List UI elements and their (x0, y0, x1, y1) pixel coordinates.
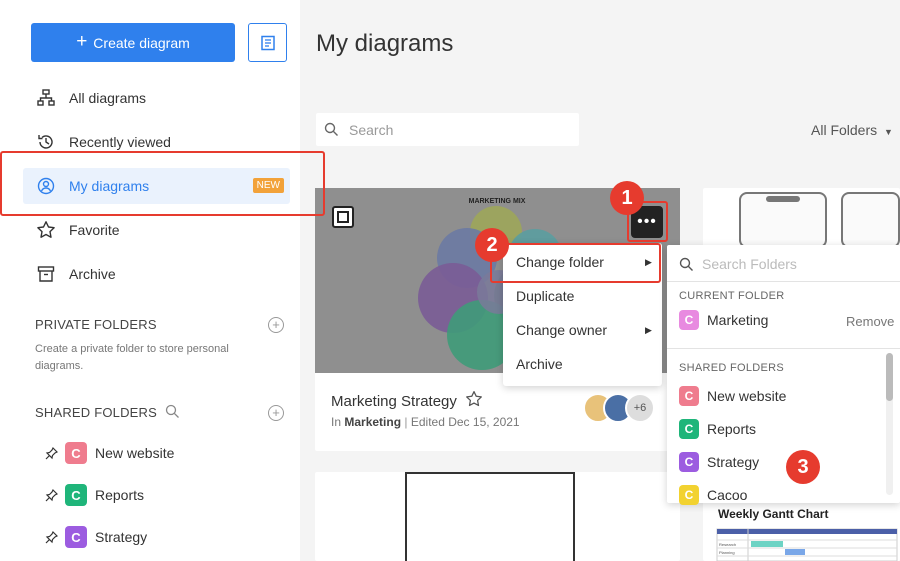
diagram-title-row: Marketing Strategy (331, 390, 483, 412)
folder-label: New website (707, 388, 787, 404)
shared-folder-reports[interactable]: C Reports (45, 483, 144, 507)
diagram-card-bottom[interactable] (315, 472, 680, 561)
diagram-card-right[interactable] (703, 188, 900, 248)
meta-prefix: In (331, 415, 342, 429)
archive-icon (35, 263, 57, 285)
folder-label: Strategy (95, 529, 148, 545)
gantt-title: Weekly Gantt Chart (718, 507, 829, 521)
cacoo-folder-icon: C (679, 485, 699, 505)
menu-change-owner[interactable]: Change owner (516, 322, 607, 338)
star-icon[interactable] (465, 390, 483, 412)
folder-option-reports[interactable]: C Reports (679, 419, 756, 439)
remove-folder-button[interactable]: Remove (846, 314, 894, 329)
cacoo-folder-icon: C (65, 526, 87, 548)
pin-icon[interactable] (45, 530, 59, 544)
sitemap-icon (35, 87, 57, 109)
pin-icon[interactable] (45, 446, 59, 460)
private-folders-description: Create a private folder to store persona… (35, 343, 229, 372)
change-folder-panel: Search Folders CURRENT FOLDER C Marketin… (667, 245, 900, 505)
folder-filter-label: All Folders (811, 122, 878, 138)
nav-label: Recently viewed (69, 134, 171, 150)
thumb-title: MARKETING MIX (469, 198, 526, 205)
folder-label: Reports (707, 421, 757, 437)
folder-label: Strategy (707, 454, 760, 470)
nav-label: Favorite (69, 222, 120, 238)
add-shared-folder-button[interactable]: + (268, 405, 284, 421)
folder-search-input[interactable]: Search Folders (679, 256, 797, 272)
divider (667, 348, 900, 349)
diagram-title[interactable]: Marketing Strategy (331, 393, 457, 410)
folder-label: Reports (95, 487, 145, 503)
folder-filter-dropdown[interactable]: All Folders ▼ (811, 122, 893, 138)
scrollbar[interactable] (886, 353, 893, 495)
search-icon (679, 257, 693, 271)
meta-edited: Edited Dec 15, 2021 (410, 415, 520, 429)
page-title: My diagrams (316, 30, 454, 57)
shared-folders-title: SHARED FOLDERS (679, 362, 785, 374)
menu-duplicate[interactable]: Duplicate (516, 288, 574, 304)
shared-folder-strategy[interactable]: C Strategy (45, 525, 147, 549)
history-icon (35, 131, 57, 153)
cacoo-folder-icon: C (65, 484, 87, 506)
blank-diagram-thumb (405, 472, 575, 561)
divider (667, 281, 900, 282)
diagram-meta: In Marketing | Edited Dec 15, 2021 (331, 415, 520, 429)
create-diagram-button[interactable]: + Create diagram (31, 23, 235, 62)
collaborators[interactable]: +6 (583, 393, 655, 423)
cacoo-folder-icon: C (679, 310, 699, 330)
plus-icon: + (76, 31, 88, 52)
folder-label: New website (95, 445, 175, 461)
add-private-folder-button[interactable]: + (268, 317, 284, 333)
meta-folder[interactable]: Marketing (344, 415, 401, 429)
select-checkbox[interactable] (332, 206, 354, 228)
private-folders-title: PRIVATE FOLDERS (35, 317, 157, 332)
phone-mockup-thumb (841, 192, 900, 248)
search-folders-icon[interactable] (165, 404, 180, 424)
sidebar: + Create diagram All diagrams Recently v… (0, 0, 300, 561)
nav-favorite[interactable]: Favorite (23, 212, 290, 248)
nav-archive[interactable]: Archive (23, 256, 290, 292)
search-input[interactable]: Search (316, 113, 579, 146)
highlight-my-diagrams (0, 151, 325, 216)
star-icon (35, 219, 57, 241)
callout-1: 1 (610, 181, 644, 215)
nav-all-diagrams[interactable]: All diagrams (23, 80, 290, 116)
submenu-arrow-icon: ▶ (645, 325, 652, 335)
folder-search-placeholder: Search Folders (702, 256, 797, 272)
gantt-row-label: Research (719, 542, 736, 547)
template-icon (260, 35, 275, 50)
cacoo-folder-icon: C (679, 452, 699, 472)
more-collaborators-count: +6 (625, 393, 655, 423)
caret-down-icon: ▼ (884, 127, 893, 137)
menu-archive[interactable]: Archive (516, 356, 563, 372)
callout-3: 3 (786, 450, 820, 484)
phone-mockup-thumb (739, 192, 827, 248)
shared-folder-new-website[interactable]: C New website (45, 441, 174, 465)
nav-label: All diagrams (69, 90, 147, 106)
shared-folders-title: SHARED FOLDERS (35, 405, 157, 420)
highlight-change-folder (490, 243, 661, 283)
gantt-row-label: Planning (719, 550, 735, 555)
folder-option-new-website[interactable]: C New website (679, 386, 786, 406)
templates-button[interactable] (248, 23, 287, 62)
current-folder-title: CURRENT FOLDER (679, 290, 785, 302)
callout-2: 2 (475, 228, 509, 262)
nav-label: Archive (69, 266, 116, 282)
current-folder: C Marketing (679, 310, 768, 330)
folder-option-strategy[interactable]: C Strategy (679, 452, 759, 472)
search-icon (324, 122, 339, 137)
folder-label: Cacoo (707, 487, 748, 503)
folder-option-cacoo[interactable]: C Cacoo (679, 485, 747, 505)
cacoo-folder-icon: C (679, 386, 699, 406)
search-placeholder: Search (349, 121, 394, 138)
pin-icon[interactable] (45, 488, 59, 502)
folder-label: Marketing (707, 312, 769, 328)
cacoo-folder-icon: C (679, 419, 699, 439)
create-diagram-label: Create diagram (93, 34, 190, 51)
cacoo-folder-icon: C (65, 442, 87, 464)
